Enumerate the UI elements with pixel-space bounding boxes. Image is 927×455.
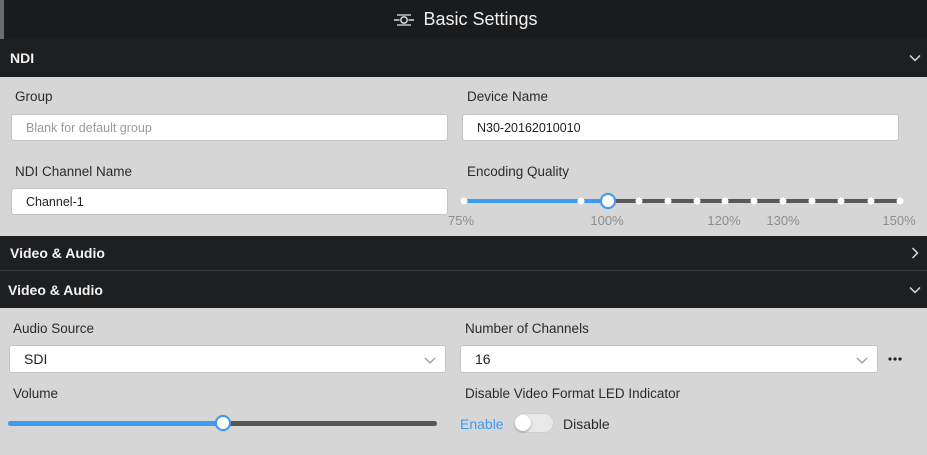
- channel-name-input[interactable]: Channel-1: [11, 188, 448, 215]
- encoding-quality-stop: [750, 197, 758, 205]
- section-title-video-audio: Video & Audio: [10, 245, 105, 261]
- encoding-quality-stop: [721, 197, 729, 205]
- chevron-down-icon: [855, 353, 869, 367]
- encoding-quality-stop: [867, 197, 875, 205]
- audio-source-select[interactable]: SDI: [9, 345, 446, 373]
- group-input[interactable]: Blank for default group: [11, 114, 448, 141]
- encoding-quality-stop: [577, 197, 585, 205]
- encoding-quality-stop: [693, 197, 701, 205]
- encoding-quality-stop: [837, 197, 845, 205]
- group-label: Group: [15, 89, 53, 104]
- more-options-icon[interactable]: [886, 352, 904, 366]
- channels-select[interactable]: 16: [460, 345, 878, 373]
- toggle-knob: [515, 415, 531, 431]
- audio-source-value: SDI: [24, 351, 48, 367]
- chevron-right-icon: [909, 247, 921, 259]
- encoding-tick-label: 150%: [882, 213, 916, 228]
- encoding-quality-stop: [635, 197, 643, 205]
- channel-name-value: Channel-1: [26, 194, 84, 209]
- volume-fill: [8, 421, 223, 426]
- encoding-quality-handle[interactable]: [599, 193, 616, 209]
- section-title-video-audio: Video & Audio: [8, 281, 103, 298]
- encoding-quality-stop: [460, 197, 468, 205]
- section-title-ndi: NDI: [10, 50, 35, 66]
- chevron-down-icon: [423, 353, 437, 367]
- chevron-down-icon: [909, 284, 921, 296]
- channels-value: 16: [475, 351, 491, 367]
- enable-label[interactable]: Enable: [460, 416, 504, 432]
- device-name-input[interactable]: N30-20162010010: [462, 114, 899, 141]
- encoding-quality-stop: [896, 197, 904, 205]
- audio-source-label: Audio Source: [13, 321, 95, 336]
- chevron-down-icon: [909, 52, 921, 64]
- device-name-value: N30-20162010010: [477, 120, 581, 135]
- led-indicator-label: Disable Video Format LED Indicator: [465, 386, 681, 401]
- encoding-tick-label: 130%: [766, 213, 800, 228]
- encoding-quality-stop: [808, 197, 816, 205]
- channel-name-label: NDI Channel Name: [15, 164, 133, 179]
- volume-handle[interactable]: [214, 415, 231, 431]
- encoding-tick-label: 100%: [590, 213, 624, 228]
- volume-slider[interactable]: [8, 414, 437, 432]
- volume-label: Volume: [13, 386, 59, 401]
- encoding-quality-fill: [461, 199, 608, 203]
- encoding-quality-stop: [779, 197, 787, 205]
- window-title: Basic Settings: [423, 9, 538, 29]
- led-indicator-toggle[interactable]: [513, 413, 554, 433]
- section-header-video-audio[interactable]: Video & Audio: [0, 271, 927, 308]
- section-header-video-audio-collapsed[interactable]: Video & Audio: [0, 236, 927, 270]
- window-titlebar: Basic Settings: [0, 0, 927, 39]
- encoding-quality-slider[interactable]: [460, 192, 904, 210]
- channels-label: Number of Channels: [465, 321, 589, 336]
- encoding-tick-label: 75%: [447, 213, 475, 228]
- device-name-label: Device Name: [467, 89, 549, 104]
- encoding-tick-label: 120%: [707, 213, 741, 228]
- settings-sliders-icon: [393, 12, 415, 28]
- encoding-quality-stop: [664, 197, 672, 205]
- disable-label[interactable]: Disable: [563, 416, 610, 432]
- section-header-ndi[interactable]: NDI: [0, 39, 927, 77]
- encoding-quality-label: Encoding Quality: [467, 164, 570, 179]
- group-input-placeholder: Blank for default group: [26, 120, 152, 135]
